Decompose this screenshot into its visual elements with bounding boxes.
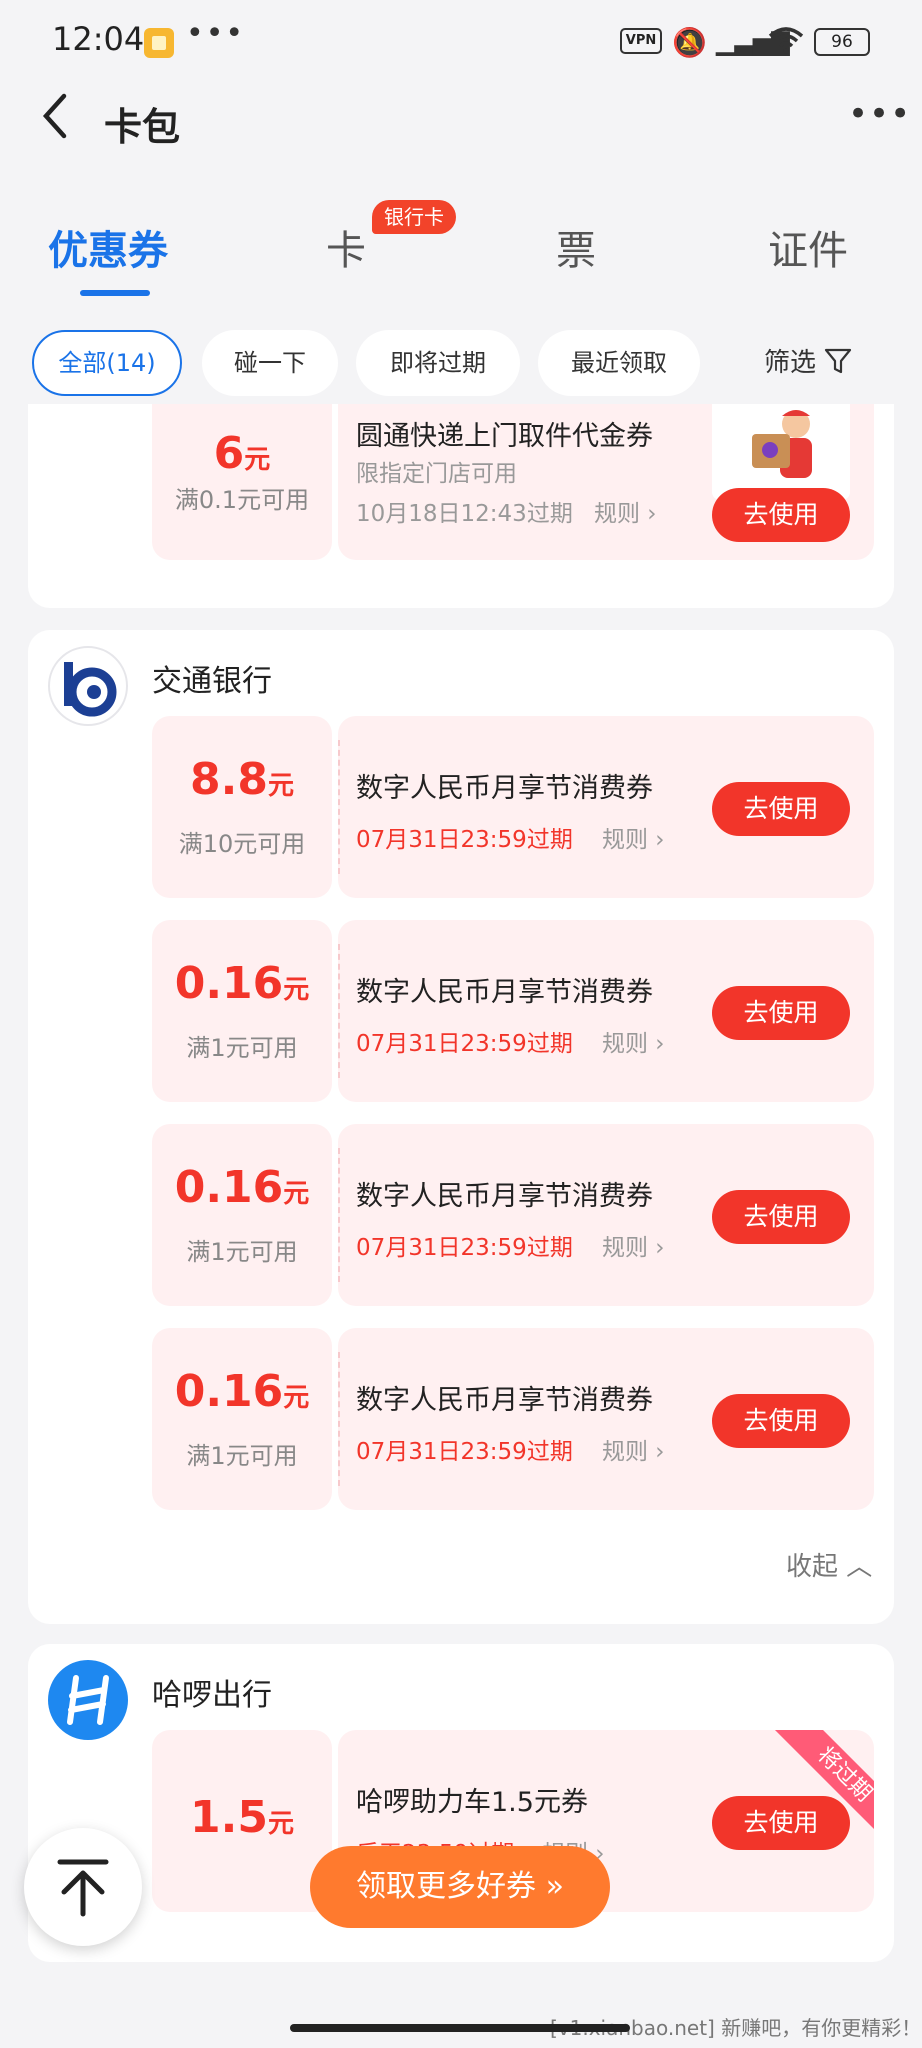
- coupon-condition: 满10元可用: [178, 830, 306, 858]
- hello-logo-icon: [48, 1660, 128, 1740]
- filter-label: 筛选: [764, 348, 817, 378]
- filter-button[interactable]: 筛选: [764, 330, 852, 396]
- coupon-rule-link[interactable]: 规则 ›: [602, 820, 665, 854]
- tab-coupons[interactable]: 优惠券: [48, 218, 168, 276]
- collapse-button[interactable]: 收起 ︿: [786, 1546, 872, 1583]
- coupon-expiry: 07月31日23:59过期: [356, 1235, 573, 1261]
- courier-illustration: [712, 404, 850, 500]
- dashed-divider: [338, 740, 340, 874]
- dashed-divider: [338, 1148, 340, 1282]
- arrow-up-icon: [57, 1859, 109, 1917]
- more-notifications-icon: •••: [186, 16, 246, 51]
- coupon-amount: 0.16元: [174, 1366, 310, 1417]
- merchant-name: 交通银行: [152, 664, 272, 699]
- coupon-expiry: 10月18日12:43过期: [356, 501, 573, 527]
- notification-app-icon: [144, 28, 174, 58]
- coupon-amount-panel: 1.5元: [152, 1730, 332, 1912]
- filter-all[interactable]: 全部(14): [32, 330, 182, 396]
- coupon-rule-link[interactable]: 规则 ›: [602, 1432, 665, 1466]
- coupon-detail-panel[interactable]: 数字人民币月享节消费券 07月31日23:59过期 规则 › 去使用: [338, 716, 874, 898]
- coupon-expiry: 07月31日23:59过期: [356, 1439, 573, 1465]
- use-coupon-button[interactable]: 去使用: [712, 986, 850, 1040]
- coupon-name: 数字人民币月享节消费券: [356, 773, 653, 804]
- page-title: 卡包: [104, 105, 181, 149]
- use-coupon-button[interactable]: 去使用: [712, 1796, 850, 1850]
- chevron-left-icon: [42, 93, 67, 139]
- coupon-condition: 满1元可用: [186, 1238, 298, 1266]
- coupon-rule-link[interactable]: 规则 ›: [602, 1024, 665, 1058]
- coupon-amount: 1.5元: [190, 1792, 294, 1843]
- bocom-logo-icon: [48, 646, 128, 726]
- funnel-icon: [825, 348, 852, 374]
- use-coupon-button[interactable]: 去使用: [712, 1190, 850, 1244]
- use-coupon-button[interactable]: 去使用: [712, 488, 850, 542]
- scroll-to-top-button[interactable]: [24, 1828, 142, 1946]
- tab-tickets[interactable]: 票: [556, 218, 596, 276]
- coupon-name: 哈啰助力车1.5元券: [356, 1787, 588, 1818]
- coupon-amount-panel: 0.16元 满1元可用: [152, 1124, 332, 1306]
- coupon-detail-panel[interactable]: 圆通快递上门取件代金券 限指定门店可用 10月18日12:43过期 规则 › 去…: [338, 404, 874, 560]
- coupon-amount: 8.8元: [190, 754, 294, 805]
- use-coupon-button[interactable]: 去使用: [712, 1394, 850, 1448]
- coupon-detail-panel[interactable]: 数字人民币月享节消费券 07月31日23:59过期 规则 › 去使用: [338, 920, 874, 1102]
- dashed-divider: [338, 1352, 340, 1486]
- bank-card-badge: 银行卡: [372, 200, 456, 234]
- more-options-button[interactable]: •••: [848, 94, 911, 134]
- coupon-condition: 满0.1元可用: [174, 486, 310, 514]
- tab-ids[interactable]: 证件: [768, 218, 848, 276]
- coupon-subtitle: 限指定门店可用: [356, 461, 517, 487]
- coupon-name: 圆通快递上门取件代金券: [356, 421, 653, 452]
- battery-icon: 96: [814, 28, 870, 56]
- coupon-rule-link[interactable]: 规则 ›: [594, 494, 657, 528]
- coupon-expiry: 07月31日23:59过期: [356, 827, 573, 853]
- tab-cards[interactable]: 卡: [326, 218, 366, 276]
- back-button[interactable]: [40, 92, 70, 149]
- coupon-amount-panel: 0.16元 满1元可用: [152, 1328, 332, 1510]
- coupon-rule-link[interactable]: 规则 ›: [602, 1228, 665, 1262]
- coupon-amount-panel: 8.8元 满10元可用: [152, 716, 332, 898]
- coupon-amount: 0.16元: [174, 958, 310, 1009]
- home-indicator[interactable]: [290, 2024, 630, 2032]
- status-time: 12:04: [52, 20, 145, 58]
- coupon-detail-panel[interactable]: 数字人民币月享节消费券 07月31日23:59过期 规则 › 去使用: [338, 1124, 874, 1306]
- coupon-name: 数字人民币月享节消费券: [356, 1385, 653, 1416]
- filter-recent[interactable]: 最近领取: [538, 330, 700, 396]
- coupon-name: 数字人民币月享节消费券: [356, 1181, 653, 1212]
- filter-tap[interactable]: 碰一下: [202, 330, 338, 396]
- filter-expiring[interactable]: 即将过期: [356, 330, 520, 396]
- coupon-amount-panel: 6元 满0.1元可用: [152, 404, 332, 560]
- coupon-amount: 6元: [213, 428, 271, 479]
- merchant-name: 哈啰出行: [152, 1678, 272, 1713]
- coupon-condition: 满1元可用: [186, 1034, 298, 1062]
- coupon-name: 数字人民币月享节消费券: [356, 977, 653, 1008]
- use-coupon-button[interactable]: 去使用: [712, 782, 850, 836]
- coupon-detail-panel[interactable]: 数字人民币月享节消费券 07月31日23:59过期 规则 › 去使用: [338, 1328, 874, 1510]
- coupon-condition: 满1元可用: [186, 1442, 298, 1470]
- active-tab-indicator: [80, 290, 150, 296]
- coupon-amount: 0.16元: [174, 1162, 310, 1213]
- wifi-icon: [768, 26, 804, 63]
- get-more-coupons-button[interactable]: 领取更多好券 »: [310, 1846, 610, 1928]
- vpn-icon: VPN: [620, 28, 662, 54]
- coupon-amount-panel: 0.16元 满1元可用: [152, 920, 332, 1102]
- mute-icon: 🔕: [672, 26, 707, 59]
- dashed-divider: [338, 944, 340, 1078]
- coupon-expiry: 07月31日23:59过期: [356, 1031, 573, 1057]
